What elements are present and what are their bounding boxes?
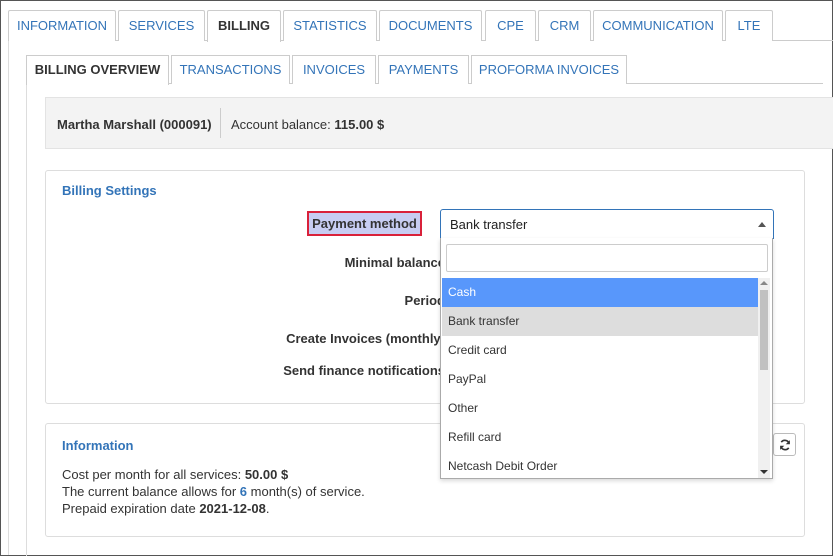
payment-method-value: Bank transfer <box>450 217 528 232</box>
billing-settings-title: Billing Settings <box>62 183 157 198</box>
option-bank-transfer[interactable]: Bank transfer <box>442 307 758 336</box>
tab-lte[interactable]: LTE <box>725 10 773 41</box>
prepaid-label: Prepaid expiration date <box>62 501 196 516</box>
tab-documents[interactable]: DOCUMENTS <box>379 10 482 41</box>
cost-value: 50.00 $ <box>244 467 289 482</box>
create-invoices-label: Create Invoices (monthly) <box>286 331 445 346</box>
scroll-down-icon[interactable] <box>760 470 768 474</box>
content-border <box>8 40 9 555</box>
refresh-button[interactable] <box>773 433 796 456</box>
information-details: Cost per month for all services: 50.00 $… <box>62 466 365 517</box>
payment-method-label: Payment method <box>307 211 422 236</box>
payment-method-select[interactable]: Bank transfer <box>440 209 774 239</box>
dropdown-scrollbar[interactable] <box>758 278 770 478</box>
option-credit-card[interactable]: Credit card <box>442 336 758 365</box>
tab-information[interactable]: INFORMATION <box>8 10 116 41</box>
subtab-payments[interactable]: PAYMENTS <box>378 55 469 84</box>
send-finance-notifications-label: Send finance notifications <box>283 363 445 378</box>
chevron-up-icon <box>758 222 766 227</box>
subtab-billing-overview[interactable]: BILLING OVERVIEW <box>26 55 169 85</box>
balance-allows-suffix: month(s) of service. <box>250 484 365 499</box>
scroll-up-icon[interactable] <box>760 281 768 285</box>
option-cash[interactable]: Cash <box>442 278 758 307</box>
payment-method-dropdown: Cash Bank transfer Credit card PayPal Ot… <box>440 238 773 479</box>
minimal-balance-label: Minimal balance <box>344 255 445 270</box>
customer-name: Martha Marshall (000091) <box>57 117 212 132</box>
option-other[interactable]: Other <box>442 394 758 423</box>
subtab-invoices[interactable]: INVOICES <box>292 55 376 84</box>
tab-billing[interactable]: BILLING <box>207 10 281 42</box>
subtab-transactions[interactable]: TRANSACTIONS <box>171 55 290 84</box>
balance-allows-line: The current balance allows for 6 month(s… <box>62 483 365 500</box>
tab-crm[interactable]: CRM <box>538 10 591 41</box>
option-netcash-debit-order[interactable]: Netcash Debit Order <box>442 452 758 481</box>
option-paypal[interactable]: PayPal <box>442 365 758 394</box>
account-header: Martha Marshall (000091) Account balance… <box>45 97 833 149</box>
prepaid-suffix: . <box>265 501 270 516</box>
prepaid-value: 2021-12-08 <box>199 501 266 516</box>
account-balance-label: Account balance: <box>231 117 331 132</box>
information-title: Information <box>62 438 134 453</box>
sub-content-border <box>26 83 27 556</box>
cost-label: Cost per month for all services: <box>62 467 242 482</box>
account-balance-value: 115.00 $ <box>334 117 385 132</box>
refresh-icon <box>779 439 790 451</box>
subtab-proforma-invoices[interactable]: PROFORMA INVOICES <box>471 55 627 84</box>
period-label: Period <box>404 293 445 308</box>
prepaid-line: Prepaid expiration date 2021-12-08. <box>62 500 365 517</box>
account-balance: Account balance: 115.00 $ <box>231 117 384 132</box>
dropdown-options: Cash Bank transfer Credit card PayPal Ot… <box>442 278 758 478</box>
account-divider <box>220 108 221 138</box>
option-refill-card[interactable]: Refill card <box>442 423 758 452</box>
tab-communication[interactable]: COMMUNICATION <box>593 10 723 41</box>
tab-services[interactable]: SERVICES <box>118 10 205 41</box>
tab-statistics[interactable]: STATISTICS <box>283 10 377 41</box>
balance-allows-prefix: The current balance allows for <box>62 484 237 499</box>
cost-line: Cost per month for all services: 50.00 $ <box>62 466 365 483</box>
tab-cpe[interactable]: CPE <box>485 10 536 41</box>
scrollbar-thumb[interactable] <box>760 290 768 370</box>
dropdown-search-input[interactable] <box>446 244 768 272</box>
balance-allows-months: 6 <box>239 484 248 499</box>
